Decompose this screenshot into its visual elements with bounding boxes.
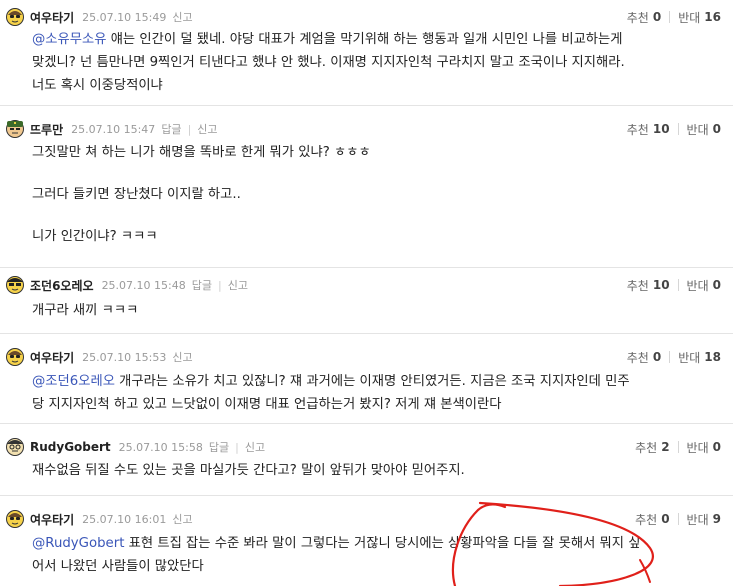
comment-date: 25.07.10 15:58 bbox=[118, 440, 203, 454]
recommend-button[interactable]: 추천 bbox=[627, 9, 649, 26]
comment-line: 어서 나왔던 사람들이 많았단다 bbox=[32, 559, 204, 574]
recommend-button[interactable]: 추천 bbox=[627, 121, 649, 138]
reply-link[interactable]: 답글 bbox=[192, 277, 212, 293]
reply-link[interactable]: 답글 bbox=[209, 439, 229, 455]
comment-body: @소유무소유 얘는 인간이 덜 됐네. 야당 대표가 계엄을 막기위해 하는 행… bbox=[32, 28, 682, 97]
oppose-button[interactable]: 반대 bbox=[687, 121, 709, 138]
vote-divider bbox=[677, 441, 679, 453]
avatar-icon[interactable] bbox=[5, 346, 25, 366]
comment-body: 재수없음 뒤질 수도 있는 곳을 마실가듯 간다고? 말이 앞뒤가 맞아야 믿어… bbox=[32, 459, 682, 482]
vote-divider bbox=[677, 279, 679, 291]
oppose-count: 9 bbox=[712, 512, 721, 526]
vote-divider bbox=[677, 123, 679, 135]
comment-line: 니가 인간이냐? ㅋㅋㅋ bbox=[32, 229, 158, 244]
comment-line: 너도 혹시 이중당적이냐 bbox=[32, 78, 163, 93]
comment-line: 재수없음 뒤질 수도 있는 곳을 마실가듯 간다고? 말이 앞뒤가 맞아야 믿어… bbox=[32, 463, 465, 478]
report-link[interactable]: 신고 bbox=[245, 439, 265, 455]
recommend-count: 0 bbox=[661, 512, 670, 526]
comment-line: 맞겠니? 넌 틈만나면 9찍인거 티낸다고 했냐 안 했냐. 이재명 지지자인척… bbox=[32, 55, 625, 70]
avatar-icon[interactable] bbox=[5, 6, 25, 26]
oppose-count: 0 bbox=[712, 278, 721, 292]
comment-line: 당 지지자인척 하고 있고 느닷없이 이재명 대표 언급하는거 봤지? 저게 쟤… bbox=[32, 397, 502, 412]
comment-line: 얘는 인간이 덜 됐네. 야당 대표가 계엄을 막기위해 하는 행동과 일개 시… bbox=[110, 32, 623, 47]
report-link[interactable]: 신고 bbox=[172, 9, 192, 25]
report-link[interactable]: 신고 bbox=[172, 511, 192, 527]
mention-link[interactable]: @소유무소유 bbox=[32, 32, 106, 47]
recommend-count: 10 bbox=[652, 278, 670, 292]
comment-line: 표현 트집 잡는 수준 봐라 말이 그렇다는 거잖니 당시에는 상황파악을 다들… bbox=[128, 536, 641, 551]
comment-body: 그짓말만 쳐 하는 니가 해명을 똑바로 한게 뭐가 있냐? ㅎㅎㅎ 그러다 들… bbox=[32, 141, 682, 248]
comment-date: 25.07.10 15:48 bbox=[101, 278, 186, 292]
reply-link[interactable]: 답글 bbox=[161, 121, 181, 137]
comment-line: 그러다 들키면 장난쳤다 이지랄 하고.. bbox=[32, 187, 241, 202]
comment-item: 여우타기 25.07.10 15:53 신고 추천 0 반대 18 @조던6오레… bbox=[0, 340, 733, 424]
oppose-button[interactable]: 반대 bbox=[687, 511, 709, 528]
avatar-icon[interactable] bbox=[5, 436, 25, 456]
author-name[interactable]: 여우타기 bbox=[30, 9, 74, 26]
comment-line: 개구라 새끼 ㅋㅋㅋ bbox=[32, 303, 139, 318]
author-name[interactable]: 조던6오레오 bbox=[30, 277, 94, 294]
comment-line: 그짓말만 쳐 하는 니가 해명을 똑바로 한게 뭐가 있냐? ㅎㅎㅎ bbox=[32, 145, 371, 160]
comment-item: RudyGobert 25.07.10 15:58 답글 | 신고 추천 2 반… bbox=[0, 430, 733, 496]
oppose-count: 18 bbox=[704, 350, 721, 364]
author-name[interactable]: 여우타기 bbox=[30, 511, 74, 528]
recommend-button[interactable]: 추천 bbox=[635, 511, 657, 528]
recommend-count: 2 bbox=[661, 440, 670, 454]
comment-item: 여우타기 25.07.10 15:49 신고 추천 0 반대 16 @소유무소유… bbox=[0, 0, 733, 106]
comment-item: 뜨루만 25.07.10 15:47 답글 | 신고 추천 10 반대 0 그짓… bbox=[0, 112, 733, 268]
report-link[interactable]: 신고 bbox=[172, 349, 192, 365]
oppose-count: 16 bbox=[704, 10, 721, 24]
report-link[interactable]: 신고 bbox=[197, 121, 217, 137]
comment-date: 25.07.10 16:01 bbox=[82, 512, 167, 526]
author-name[interactable]: 여우타기 bbox=[30, 349, 74, 366]
oppose-count: 0 bbox=[712, 122, 721, 136]
comment-line: 개구라는 소유가 치고 있잖니? 쟤 과거에는 이재명 안티였거든. 지금은 조… bbox=[119, 374, 630, 389]
comment-date: 25.07.10 15:47 bbox=[71, 122, 156, 136]
vote-divider bbox=[669, 351, 671, 363]
avatar-icon[interactable] bbox=[5, 274, 25, 294]
mention-link[interactable]: @RudyGobert bbox=[32, 536, 124, 551]
comment-body: 개구라 새끼 ㅋㅋㅋ bbox=[32, 299, 682, 322]
author-name[interactable]: 뜨루만 bbox=[30, 121, 63, 138]
recommend-button[interactable]: 추천 bbox=[627, 349, 649, 366]
oppose-button[interactable]: 반대 bbox=[678, 9, 700, 26]
recommend-count: 10 bbox=[652, 122, 670, 136]
comment-body: @조던6오레오 개구라는 소유가 치고 있잖니? 쟤 과거에는 이재명 안티였거… bbox=[32, 370, 682, 416]
vote-divider bbox=[677, 513, 679, 525]
recommend-button[interactable]: 추천 bbox=[635, 439, 657, 456]
oppose-button[interactable]: 반대 bbox=[678, 349, 700, 366]
oppose-button[interactable]: 반대 bbox=[687, 277, 709, 294]
comment-date: 25.07.10 15:53 bbox=[82, 350, 167, 364]
oppose-count: 0 bbox=[712, 440, 721, 454]
avatar-icon[interactable] bbox=[5, 508, 25, 528]
recommend-button[interactable]: 추천 bbox=[627, 277, 649, 294]
avatar-icon[interactable] bbox=[5, 118, 25, 138]
recommend-count: 0 bbox=[652, 350, 662, 364]
comment-item: 조던6오레오 25.07.10 15:48 답글 | 신고 추천 10 반대 0… bbox=[0, 268, 733, 334]
comment-item: 여우타기 25.07.10 16:01 신고 추천 0 반대 9 @RudyGo… bbox=[0, 502, 733, 586]
mention-link[interactable]: @조던6오레오 bbox=[32, 374, 115, 389]
oppose-button[interactable]: 반대 bbox=[687, 439, 709, 456]
report-link[interactable]: 신고 bbox=[228, 277, 248, 293]
author-name[interactable]: RudyGobert bbox=[30, 440, 111, 454]
vote-divider bbox=[669, 11, 671, 23]
recommend-count: 0 bbox=[652, 10, 662, 24]
comment-date: 25.07.10 15:49 bbox=[82, 10, 167, 24]
comment-body: @RudyGobert 표현 트집 잡는 수준 봐라 말이 그렇다는 거잖니 당… bbox=[32, 532, 682, 578]
